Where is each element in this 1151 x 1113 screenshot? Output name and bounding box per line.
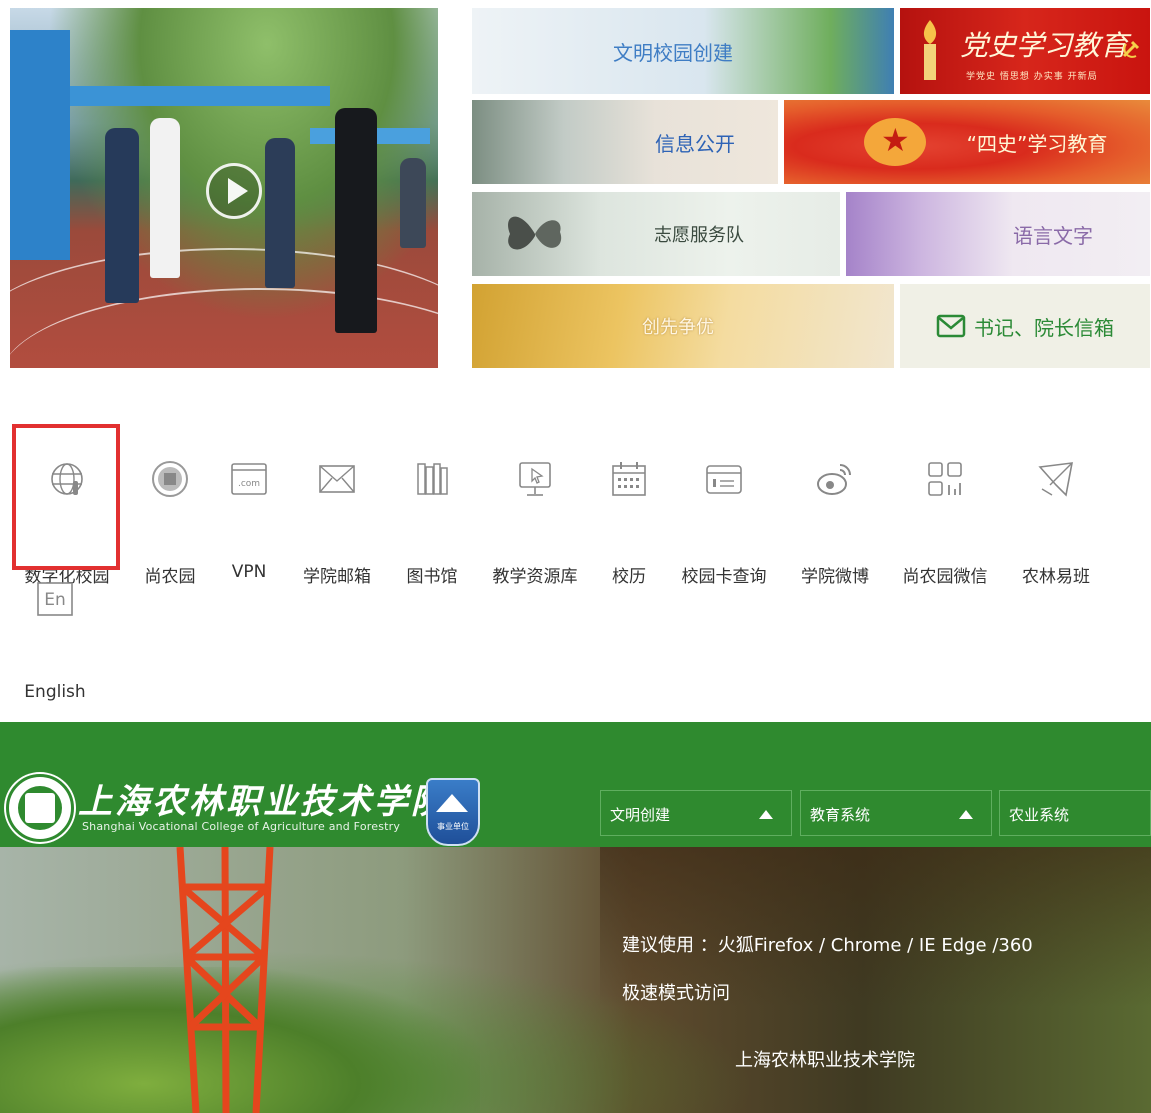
banner-info-disclosure[interactable]: 信息公开	[472, 100, 778, 184]
banner-volunteer-team[interactable]: 志愿服务队	[472, 192, 840, 276]
highlight-box	[12, 424, 120, 570]
quick-link-english[interactable]: En English	[0, 554, 110, 702]
person-shape	[335, 108, 377, 333]
quick-link-label: 校历	[612, 567, 646, 587]
quick-link-label: 校园卡查询	[681, 567, 767, 587]
dropdown-label: 教育系统	[810, 806, 871, 824]
quick-link-library[interactable]: 图书馆	[377, 434, 487, 587]
monitor-cursor-icon	[519, 462, 551, 496]
badge-label: 事业单位	[437, 822, 469, 831]
quick-link-yiban[interactable]: 农林易班	[1001, 434, 1111, 587]
browser-tip-line1: 建议使用 ：火狐Firefox / Chrome / IE Edge /360	[622, 935, 1033, 956]
college-name-cn: 上海农林职业技术学院	[78, 782, 448, 822]
dropdown-civilization[interactable]: 文明创建	[600, 790, 792, 836]
caret-up-icon	[759, 810, 773, 819]
college-logo-icon	[6, 774, 74, 842]
com-screen-icon: .com	[231, 463, 267, 495]
banner-four-history[interactable]: ★ “四史”学习教育	[784, 100, 1150, 184]
en-icon: En	[37, 582, 73, 616]
quick-links-panel: 数字化校园 尚农园 .com VPN 学院邮箱 图书馆 教学资源库 校历 校园卡…	[0, 404, 1151, 710]
quick-link-label: 图书馆	[406, 567, 458, 587]
college-name-en: Shanghai Vocational College of Agricultu…	[82, 820, 401, 833]
card-icon	[706, 465, 742, 494]
quick-link-school-calendar[interactable]: 校历	[574, 434, 684, 587]
quick-link-wechat[interactable]: 尚农园微信	[890, 434, 1000, 587]
dropdown-agriculture[interactable]: 农业系统	[999, 790, 1151, 836]
play-button[interactable]	[206, 163, 262, 219]
mail-icon	[936, 314, 966, 338]
tower-icon	[176, 847, 274, 1113]
badge-mountain	[436, 794, 468, 812]
banner-party-history-label: 党史学习教育	[959, 29, 1128, 62]
quick-link-college-weibo[interactable]: 学院微博	[780, 434, 890, 587]
dropdown-label: 农业系统	[1009, 806, 1070, 824]
quick-link-campus-card[interactable]: 校园卡查询	[669, 434, 779, 587]
banner-excellence[interactable]: 创先争优	[472, 284, 894, 368]
butterfly-icon	[508, 216, 562, 250]
person-shape	[105, 128, 139, 303]
svg-text:En: En	[44, 590, 66, 610]
seal-icon	[152, 461, 188, 497]
banner-party-history[interactable]: 党史学习教育 学党史 悟思想 办实事 开新局	[900, 8, 1150, 94]
quick-link-label: English	[24, 682, 86, 702]
logo-seal-center	[25, 793, 55, 823]
banner-president-mailbox[interactable]: 书记、院长信箱	[900, 284, 1150, 368]
banner-president-mailbox-label: 书记、院长信箱	[974, 315, 1114, 340]
quick-link-label: 尚农园微信	[902, 567, 988, 587]
quick-link-label: 农林易班	[1022, 567, 1090, 587]
banner-civilized-campus[interactable]: 文明校园创建	[472, 8, 894, 94]
person-shape	[265, 138, 295, 288]
calendar-icon	[612, 462, 646, 496]
banner-four-history-label: “四史”学习教育	[966, 131, 1108, 156]
dropdown-education[interactable]: 教育系统	[800, 790, 992, 836]
banner-language-script-label: 语言文字	[1013, 223, 1093, 248]
public-institution-badge-icon[interactable]: 事业单位	[426, 778, 480, 846]
paper-plane-icon	[1038, 462, 1073, 497]
banner-civilized-campus-label: 文明校园创建	[613, 40, 733, 65]
svg-text:.com: .com	[238, 479, 260, 489]
banner-president-mailbox-content: 书记、院长信箱	[936, 312, 1114, 341]
footer-college-name: 上海农林职业技术学院	[735, 1050, 915, 1071]
quick-link-label: 学院邮箱	[303, 567, 371, 587]
person-shape	[150, 118, 180, 278]
banner-language-script[interactable]: 语言文字	[846, 192, 1150, 276]
dropdown-label: 文明创建	[610, 806, 671, 824]
qr-icon	[928, 462, 962, 496]
banner-excellence-label: 创先争优	[642, 317, 714, 338]
hammer-sickle-icon	[1122, 40, 1140, 58]
banner-info-disclosure-label: 信息公开	[655, 131, 735, 156]
envelope-icon	[319, 465, 355, 493]
quick-link-college-mail[interactable]: 学院邮箱	[282, 434, 392, 587]
play-icon	[228, 178, 248, 204]
person-shape	[400, 158, 426, 248]
caret-up-icon	[959, 810, 973, 819]
tent-shape	[10, 30, 70, 260]
weibo-icon	[817, 464, 851, 495]
campus-video-thumbnail[interactable]	[10, 8, 438, 368]
browser-tip-line2: 极速模式访问	[622, 983, 730, 1004]
tent-shape	[70, 86, 330, 106]
quick-link-label: 学院微博	[801, 567, 869, 587]
torch-icon	[923, 20, 937, 80]
browser-recommendation: 建议使用 ：火狐Firefox / Chrome / IE Edge /360 …	[622, 922, 1082, 1018]
banner-volunteer-team-label: 志愿服务队	[654, 225, 744, 246]
banner-party-history-subtitle: 学党史 悟思想 办实事 开新局	[966, 72, 1098, 82]
books-icon	[417, 463, 448, 495]
star-emblem-icon: ★	[864, 118, 926, 166]
